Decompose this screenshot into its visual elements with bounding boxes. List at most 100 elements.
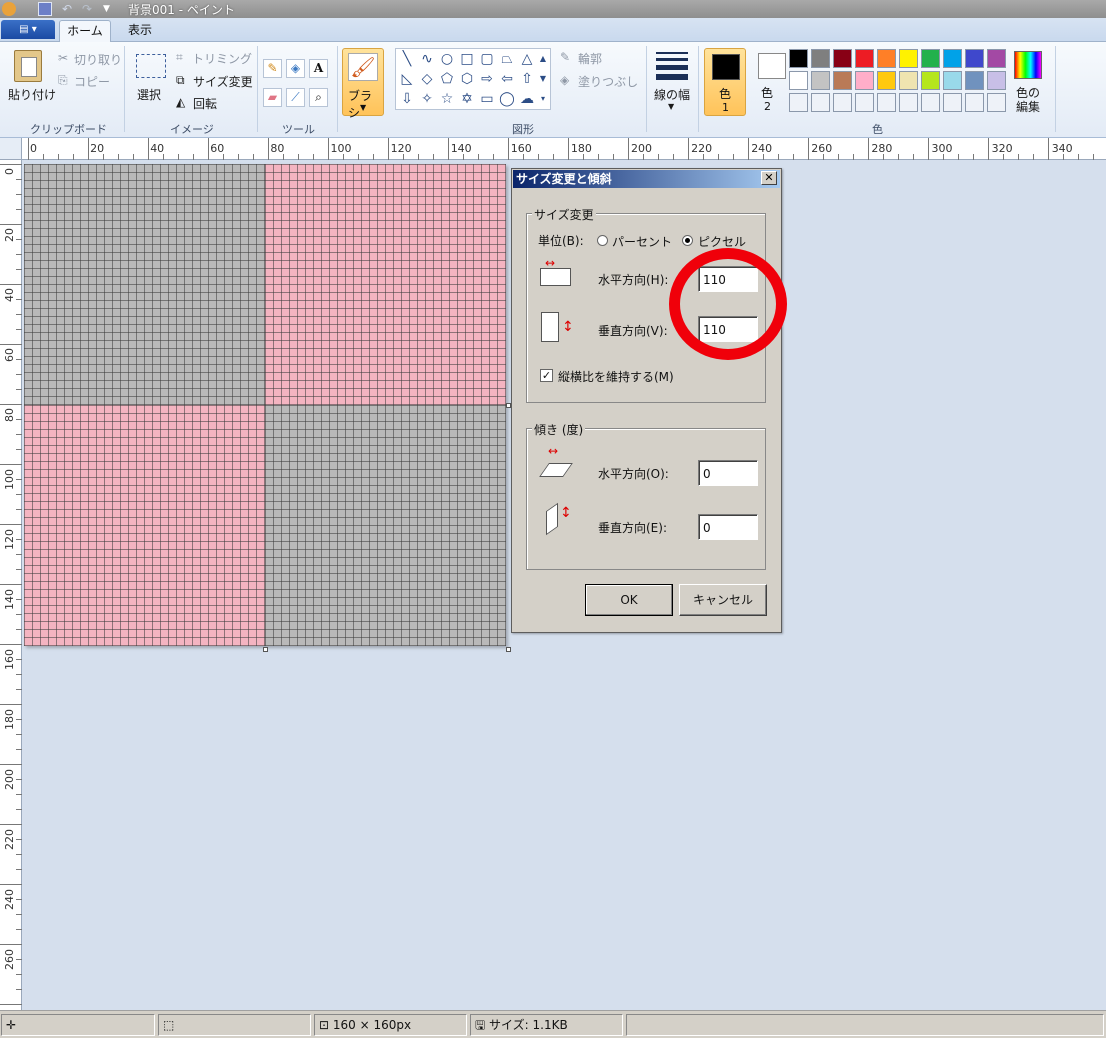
fill-button[interactable]: 塗りつぶし — [578, 73, 638, 90]
rounded-rectangle-shape-icon[interactable]: ▢ — [478, 50, 496, 68]
right-arrow-shape-icon[interactable]: ⇨ — [478, 70, 496, 88]
brushes-button[interactable]: 🖌 ブラシ ▼ — [342, 48, 384, 120]
pentagon-shape-icon[interactable]: ⬠ — [438, 70, 456, 88]
dialog-close-button[interactable]: ✕ — [761, 171, 777, 185]
rainbow-palette-icon[interactable] — [1014, 51, 1042, 79]
palette-swatch[interactable] — [789, 71, 808, 90]
palette-swatch[interactable] — [811, 71, 830, 90]
magnifier-icon[interactable]: ⌕ — [309, 88, 328, 107]
palette-swatch[interactable] — [833, 71, 852, 90]
undo-icon[interactable]: ↶ — [62, 2, 76, 16]
text-tool-icon[interactable]: A — [309, 59, 328, 78]
palette-swatch[interactable] — [943, 71, 962, 90]
ok-button[interactable]: OK — [585, 584, 673, 616]
percent-radio[interactable] — [597, 235, 608, 246]
callout-oval-shape-icon[interactable]: ◯ — [498, 90, 516, 108]
up-arrow-shape-icon[interactable]: ⇧ — [518, 70, 536, 88]
expand-gallery-icon[interactable]: ▾ — [537, 90, 549, 108]
palette-swatch[interactable] — [877, 71, 896, 90]
curve-shape-icon[interactable]: ∿ — [418, 50, 436, 68]
select-button[interactable]: 選択 — [137, 86, 161, 103]
pencil-icon[interactable]: ✎ — [263, 59, 282, 78]
palette-swatch[interactable] — [987, 49, 1006, 68]
resize-handle-corner[interactable] — [506, 647, 511, 652]
crop-button[interactable]: トリミング — [192, 50, 252, 67]
cancel-button[interactable]: キャンセル — [679, 584, 767, 616]
palette-swatch[interactable] — [855, 49, 874, 68]
resize-handle-bottom[interactable] — [263, 647, 268, 652]
color2-button[interactable]: 色 2 — [751, 48, 786, 116]
callout-rect-shape-icon[interactable]: ▭ — [478, 90, 496, 108]
palette-swatch[interactable] — [987, 93, 1006, 112]
app-menu-button[interactable]: ▤ ▾ — [1, 20, 55, 39]
save-icon[interactable] — [38, 2, 52, 16]
rectangle-shape-icon[interactable]: □ — [458, 50, 476, 68]
tab-view[interactable]: 表示 — [118, 20, 162, 42]
drawing-canvas[interactable] — [24, 164, 506, 646]
palette-swatch[interactable] — [833, 49, 852, 68]
callout-cloud-shape-icon[interactable]: ☁ — [518, 90, 536, 108]
palette-swatch[interactable] — [921, 49, 940, 68]
tab-home[interactable]: ホーム — [59, 20, 111, 42]
shapes-gallery[interactable]: ╲ ∿ ○ □ ▢ ⏢ △ ◺ ◇ ⬠ ⬡ ⇨ ⇦ ⇧ ⇩ ✧ ☆ ✡ ▭ ◯ … — [395, 48, 551, 110]
keep-ratio-checkbox[interactable]: ✓ — [540, 369, 553, 382]
edit-colors-button[interactable]: 色の編集 — [1016, 86, 1042, 114]
polygon-shape-icon[interactable]: ⏢ — [498, 50, 516, 68]
scroll-up-icon[interactable]: ▲ — [537, 50, 549, 68]
rotate-button[interactable]: 回転 — [193, 95, 217, 112]
palette-swatch[interactable] — [855, 93, 874, 112]
cut-button[interactable]: 切り取り — [74, 51, 122, 68]
paste-button[interactable]: 貼り付け — [8, 86, 56, 103]
paste-icon[interactable] — [14, 50, 42, 82]
fill-bucket-icon[interactable]: ◈ — [286, 59, 305, 78]
palette-swatch[interactable] — [943, 93, 962, 112]
triangle-shape-icon[interactable]: △ — [518, 50, 536, 68]
palette-swatch[interactable] — [811, 49, 830, 68]
line-width-button[interactable]: 線の幅 — [654, 86, 690, 103]
line-width-icon[interactable] — [656, 52, 688, 80]
five-point-star-shape-icon[interactable]: ☆ — [438, 90, 456, 108]
palette-swatch[interactable] — [833, 93, 852, 112]
hexagon-shape-icon[interactable]: ⬡ — [458, 70, 476, 88]
eraser-icon[interactable]: ▰ — [263, 88, 282, 107]
palette-swatch[interactable] — [811, 93, 830, 112]
scroll-down-icon[interactable]: ▼ — [537, 70, 549, 88]
pixel-radio[interactable] — [682, 235, 693, 246]
six-point-star-shape-icon[interactable]: ✡ — [458, 90, 476, 108]
down-arrow-shape-icon[interactable]: ⇩ — [398, 90, 416, 108]
select-icon[interactable] — [136, 54, 166, 78]
skew-vertical-input[interactable]: 0 — [698, 514, 758, 540]
color1-button[interactable]: 色 1 — [704, 48, 746, 116]
palette-swatch[interactable] — [899, 71, 918, 90]
oval-shape-icon[interactable]: ○ — [438, 50, 456, 68]
palette-swatch[interactable] — [899, 49, 918, 68]
quick-access-dropdown-icon[interactable]: ▼ — [103, 2, 117, 16]
palette-swatch[interactable] — [987, 71, 1006, 90]
diamond-shape-icon[interactable]: ◇ — [418, 70, 436, 88]
palette-swatch[interactable] — [965, 71, 984, 90]
palette-swatch[interactable] — [921, 93, 940, 112]
red-highlight-circle — [669, 248, 787, 360]
palette-swatch[interactable] — [965, 93, 984, 112]
line-shape-icon[interactable]: ╲ — [398, 50, 416, 68]
palette-swatch[interactable] — [943, 49, 962, 68]
outline-button[interactable]: 輪郭 — [578, 50, 602, 67]
copy-button[interactable]: コピー — [74, 73, 110, 90]
right-triangle-shape-icon[interactable]: ◺ — [398, 70, 416, 88]
skew-horizontal-input[interactable]: 0 — [698, 460, 758, 486]
palette-swatch[interactable] — [877, 49, 896, 68]
four-point-star-shape-icon[interactable]: ✧ — [418, 90, 436, 108]
palette-swatch[interactable] — [965, 49, 984, 68]
palette-swatch[interactable] — [921, 71, 940, 90]
keep-ratio-label[interactable]: 縦横比を維持する(M) — [558, 368, 674, 385]
palette-swatch[interactable] — [877, 93, 896, 112]
palette-swatch[interactable] — [899, 93, 918, 112]
resize-button[interactable]: サイズ変更 — [193, 73, 253, 90]
palette-swatch[interactable] — [855, 71, 874, 90]
color-picker-icon[interactable]: ⟋ — [286, 88, 305, 107]
percent-radio-label[interactable]: パーセント — [612, 233, 672, 250]
palette-swatch[interactable] — [789, 93, 808, 112]
redo-icon[interactable]: ↷ — [82, 2, 96, 16]
palette-swatch[interactable] — [789, 49, 808, 68]
left-arrow-shape-icon[interactable]: ⇦ — [498, 70, 516, 88]
